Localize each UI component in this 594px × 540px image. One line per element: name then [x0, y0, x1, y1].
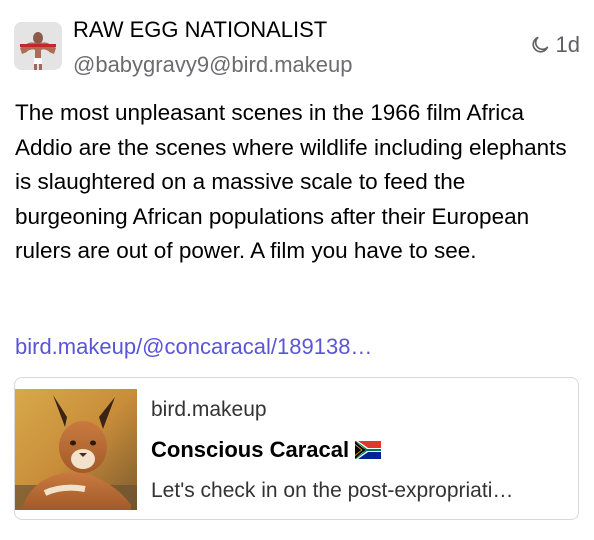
author-display-name[interactable]: RAW EGG NATIONALIST — [73, 17, 327, 43]
caracal-photo — [15, 389, 137, 510]
timestamp-text: 1d — [555, 32, 580, 57]
card-domain: bird.makeup — [151, 398, 267, 421]
card-description: Let's check in on the post-expropriati… — [151, 479, 514, 502]
post-content: The most unpleasant scenes in the 1966 f… — [15, 100, 567, 263]
author-avatar[interactable] — [14, 22, 62, 70]
south-africa-flag-icon — [355, 441, 382, 459]
moon-icon — [529, 34, 551, 56]
post-timestamp[interactable]: 1d — [529, 32, 580, 58]
card-title: Conscious Caracal — [151, 436, 382, 464]
link-preview-card[interactable]: bird.makeup Conscious Caracal Let's chec… — [14, 377, 579, 520]
bodybuilder-avatar-icon — [14, 22, 62, 70]
post: RAW EGG NATIONALIST @babygravy9@bird.mak… — [0, 0, 594, 540]
card-title-text: Conscious Caracal — [151, 437, 350, 462]
post-link[interactable]: bird.makeup/@concaracal/189138… — [15, 332, 372, 362]
author-handle[interactable]: @babygravy9@bird.makeup — [73, 52, 352, 78]
